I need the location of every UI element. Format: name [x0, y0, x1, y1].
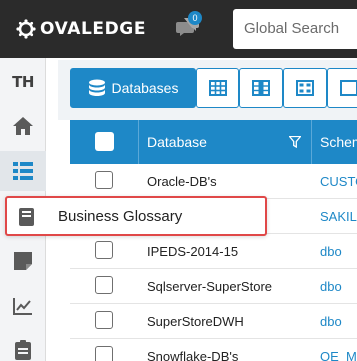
note-icon: [14, 252, 32, 270]
tab-files[interactable]: [283, 68, 327, 108]
user-initials: TH: [12, 73, 34, 91]
table-row[interactable]: Sqlserver-SuperStore dbo: [70, 269, 357, 304]
database-icon: [88, 79, 105, 96]
files-icon: [296, 80, 314, 96]
tab-columns[interactable]: [239, 68, 283, 108]
home-icon: [13, 117, 33, 135]
table-row[interactable]: Snowflake-DB's OE_M: [70, 339, 357, 361]
ovaledge-logo-icon: [16, 19, 36, 39]
row-checkbox[interactable]: [95, 276, 113, 294]
reports-icon: [340, 80, 357, 96]
database-name[interactable]: SuperStoreDWH: [147, 304, 244, 339]
table-header: Database Schema: [70, 120, 357, 164]
schema-link[interactable]: dbo: [320, 269, 342, 304]
table-row[interactable]: IPEDS-2014-15 dbo: [70, 234, 357, 269]
nav-analytics[interactable]: [0, 286, 46, 326]
columns-icon: [252, 80, 270, 96]
search-placeholder: Global Search: [244, 20, 340, 37]
schema-link[interactable]: dbo: [320, 234, 342, 269]
list-icon: [13, 162, 33, 180]
column-header-schema[interactable]: Schema: [320, 120, 357, 164]
tab-tables[interactable]: [196, 68, 239, 108]
tooltip-label: Business Glossary: [58, 208, 183, 225]
select-all-checkbox[interactable]: [95, 132, 114, 151]
schema-link[interactable]: SAKIL: [320, 199, 357, 234]
column-header-database[interactable]: Database: [147, 120, 207, 164]
ovaledge-logo[interactable]: OVALEDGE: [16, 17, 146, 41]
nav-tasks[interactable]: [0, 330, 46, 361]
column-divider: [311, 120, 312, 164]
row-checkbox[interactable]: [95, 311, 113, 329]
table-icon: [208, 80, 227, 96]
row-checkbox[interactable]: [95, 241, 113, 259]
object-type-tabs: Databases: [58, 60, 357, 120]
filter-icon[interactable]: [289, 136, 301, 148]
row-checkbox[interactable]: [95, 171, 113, 189]
column-divider: [138, 120, 139, 164]
global-search-input[interactable]: Global Search: [233, 9, 357, 49]
business-glossary-tooltip[interactable]: Business Glossary: [5, 196, 267, 236]
nav-catalog[interactable]: [0, 151, 46, 191]
database-name[interactable]: Sqlserver-SuperStore: [147, 269, 272, 304]
trend-chart-icon: [13, 298, 32, 315]
nav-home[interactable]: [0, 106, 46, 146]
tab-databases[interactable]: Databases: [70, 68, 196, 108]
clipboard-icon: [15, 340, 31, 360]
database-name[interactable]: Oracle-DB's: [147, 164, 217, 199]
row-checkbox[interactable]: [95, 346, 113, 361]
database-name[interactable]: Snowflake-DB's: [147, 339, 238, 361]
book-icon: [19, 208, 34, 226]
schema-link[interactable]: dbo: [320, 304, 342, 339]
brand-name: OVALEDGE: [40, 19, 147, 39]
tab-reports[interactable]: [327, 68, 357, 108]
schema-link[interactable]: OE_M: [320, 339, 357, 361]
notification-count-badge: 0: [188, 11, 202, 25]
table-row[interactable]: Oracle-DB's CUSTO: [70, 164, 357, 199]
table-row[interactable]: SuperStoreDWH dbo: [70, 304, 357, 339]
top-bar: OVALEDGE 0 Global Search: [0, 0, 357, 58]
schema-link[interactable]: CUSTO: [320, 164, 357, 199]
nav-notes[interactable]: [0, 241, 46, 281]
tab-databases-label: Databases: [111, 80, 179, 96]
user-avatar[interactable]: TH: [0, 62, 46, 102]
database-name[interactable]: IPEDS-2014-15: [147, 234, 238, 269]
